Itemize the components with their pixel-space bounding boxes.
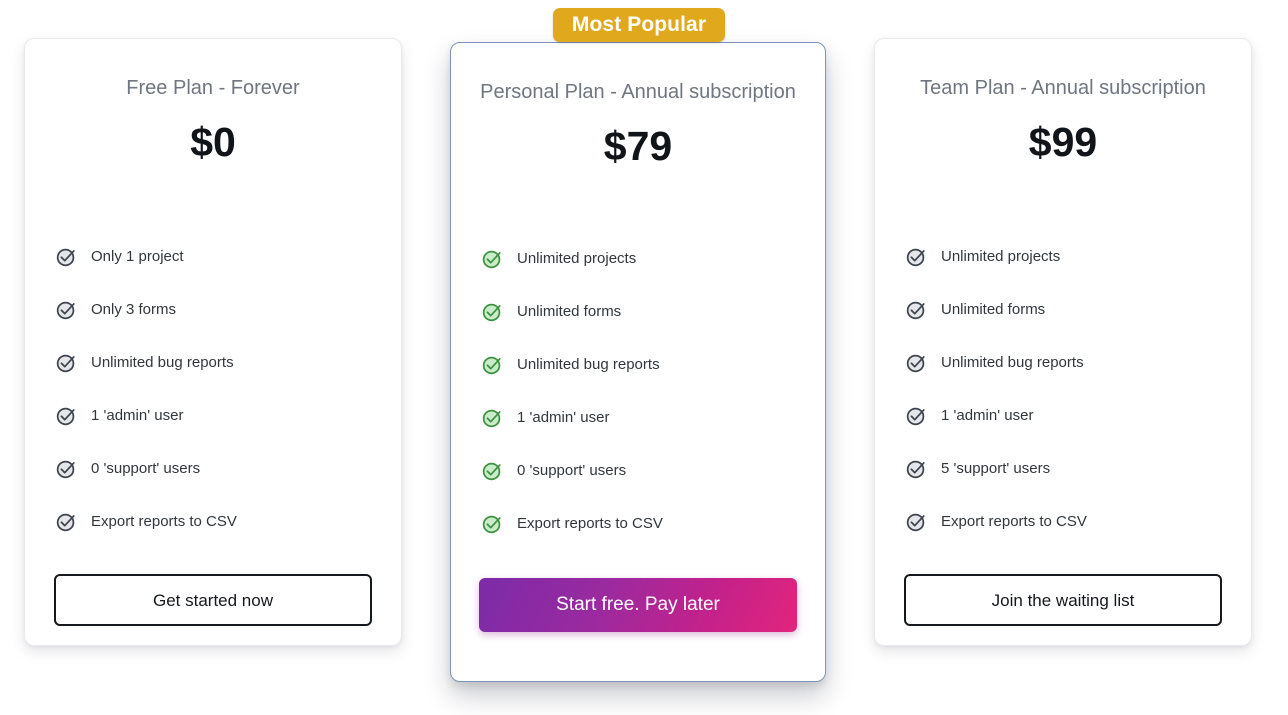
check-circle-icon bbox=[905, 405, 927, 427]
check-circle-icon bbox=[55, 405, 77, 427]
check-circle-icon bbox=[905, 458, 927, 480]
check-circle-icon bbox=[481, 248, 503, 270]
feature-label: Export reports to CSV bbox=[91, 513, 237, 530]
list-item: Unlimited bug reports bbox=[481, 338, 795, 391]
check-circle-icon bbox=[481, 301, 503, 323]
list-item: Export reports to CSV bbox=[55, 495, 371, 548]
list-item: Unlimited forms bbox=[905, 283, 1221, 336]
feature-label: Only 3 forms bbox=[91, 301, 177, 318]
list-item: Export reports to CSV bbox=[905, 495, 1221, 548]
feature-label: 5 'support' users bbox=[941, 460, 1051, 477]
pricing-card-personal: Personal Plan - Annual subscription $79 … bbox=[450, 42, 826, 682]
list-item: 1 'admin' user bbox=[55, 389, 371, 442]
start-free-pay-later-button[interactable]: Start free. Pay later bbox=[479, 578, 797, 632]
list-item: 0 'support' users bbox=[55, 442, 371, 495]
pricing-page: Most Popular Free Plan - Forever $0 Only… bbox=[0, 0, 1288, 715]
feature-label: 1 'admin' user bbox=[91, 407, 184, 424]
plan-title-personal: Personal Plan - Annual subscription bbox=[480, 81, 796, 103]
plan-price-team: $99 bbox=[1028, 119, 1098, 165]
check-circle-icon bbox=[55, 511, 77, 533]
feature-label: 1 'admin' user bbox=[941, 407, 1034, 424]
list-item: Unlimited forms bbox=[481, 285, 795, 338]
feature-list-team: Unlimited projects Unlimited forms Unlim… bbox=[901, 230, 1225, 548]
pricing-card-team: Team Plan - Annual subscription $99 Unli… bbox=[874, 38, 1252, 646]
list-item: Only 3 forms bbox=[55, 283, 371, 336]
feature-list-free: Only 1 project Only 3 forms Unlimited bu… bbox=[51, 230, 375, 548]
check-circle-icon bbox=[55, 299, 77, 321]
plan-title-free: Free Plan - Forever bbox=[126, 77, 300, 99]
feature-label: 0 'support' users bbox=[91, 460, 201, 477]
check-circle-icon bbox=[905, 299, 927, 321]
feature-label: Unlimited forms bbox=[941, 301, 1046, 318]
pricing-card-free: Free Plan - Forever $0 Only 1 project On… bbox=[24, 38, 402, 646]
check-circle-icon bbox=[481, 354, 503, 376]
list-item: 1 'admin' user bbox=[905, 389, 1221, 442]
feature-label: 1 'admin' user bbox=[517, 409, 610, 426]
feature-label: Export reports to CSV bbox=[941, 513, 1087, 530]
check-circle-icon bbox=[905, 511, 927, 533]
plan-title-team: Team Plan - Annual subscription bbox=[920, 77, 1206, 99]
list-item: Unlimited bug reports bbox=[905, 336, 1221, 389]
join-waiting-list-button[interactable]: Join the waiting list bbox=[904, 574, 1222, 626]
check-circle-icon bbox=[55, 352, 77, 374]
plan-price-personal: $79 bbox=[603, 123, 673, 169]
feature-label: Export reports to CSV bbox=[517, 515, 663, 532]
feature-label: Only 1 project bbox=[91, 248, 184, 265]
list-item: Unlimited bug reports bbox=[55, 336, 371, 389]
feature-label: Unlimited bug reports bbox=[941, 354, 1084, 371]
feature-list-personal: Unlimited projects Unlimited forms Unlim… bbox=[477, 232, 799, 550]
list-item: 0 'support' users bbox=[481, 444, 795, 497]
feature-label: Unlimited bug reports bbox=[517, 356, 660, 373]
check-circle-icon bbox=[481, 460, 503, 482]
check-circle-icon bbox=[481, 407, 503, 429]
list-item: Export reports to CSV bbox=[481, 497, 795, 550]
check-circle-icon bbox=[905, 352, 927, 374]
feature-label: Unlimited bug reports bbox=[91, 354, 234, 371]
most-popular-badge: Most Popular bbox=[553, 8, 725, 42]
check-circle-icon bbox=[55, 458, 77, 480]
feature-label: Unlimited forms bbox=[517, 303, 622, 320]
check-circle-icon bbox=[481, 513, 503, 535]
list-item: Unlimited projects bbox=[481, 232, 795, 285]
list-item: 5 'support' users bbox=[905, 442, 1221, 495]
list-item: Only 1 project bbox=[55, 230, 371, 283]
check-circle-icon bbox=[905, 246, 927, 268]
feature-label: Unlimited projects bbox=[941, 248, 1061, 265]
list-item: 1 'admin' user bbox=[481, 391, 795, 444]
feature-label: 0 'support' users bbox=[517, 462, 627, 479]
feature-label: Unlimited projects bbox=[517, 250, 637, 267]
plan-price-free: $0 bbox=[190, 119, 236, 165]
check-circle-icon bbox=[55, 246, 77, 268]
get-started-button[interactable]: Get started now bbox=[54, 574, 372, 626]
list-item: Unlimited projects bbox=[905, 230, 1221, 283]
